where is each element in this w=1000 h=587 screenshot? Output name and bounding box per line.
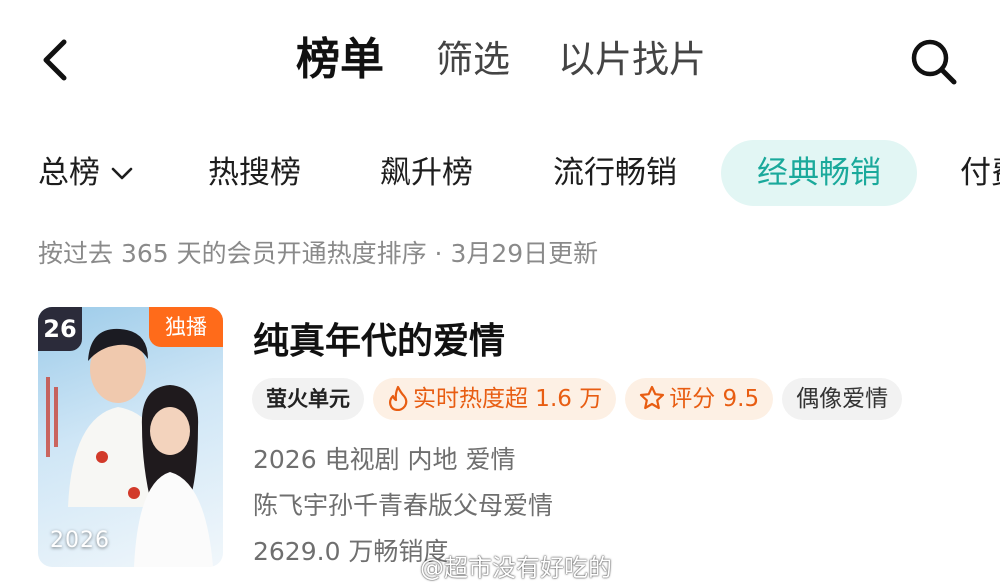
category-hot-search[interactable]: 热搜榜 xyxy=(208,140,301,206)
brand-tag-label: 萤火单元 xyxy=(266,387,350,411)
item-subtitle: 陈飞宇孙千青春版父母爱情 xyxy=(253,491,554,520)
chevron-down-icon xyxy=(110,140,134,205)
star-icon xyxy=(640,385,665,409)
tab-ranking[interactable]: 榜单 xyxy=(296,36,384,84)
category-strip: 总榜 热搜榜 飙升榜 流行畅销 经典畅销 付费 xyxy=(0,140,1000,206)
top-nav: 榜单 筛选 以片找片 xyxy=(0,22,1000,102)
brand-tag: 萤火单元 xyxy=(252,378,364,420)
category-popular-bestseller[interactable]: 流行畅销 xyxy=(553,140,677,206)
ranking-page: 榜单 筛选 以片找片 总榜 热搜榜 飙升榜 流行畅销 经典畅销 付费 按过去 3… xyxy=(0,0,1000,587)
rank-badge: 26 xyxy=(38,307,82,351)
score-tag-label: 评分 9.5 xyxy=(669,386,760,412)
poster-thumbnail[interactable]: 26 独播 2026 xyxy=(38,307,223,567)
item-meta-info: 2026 电视剧 内地 爱情 xyxy=(253,445,516,474)
exclusive-badge: 独播 xyxy=(149,307,223,347)
category-paid[interactable]: 付费 xyxy=(960,140,1000,206)
tag-row: 萤火单元 实时热度超 1.6 万 评分 9.5 偶像爱情 xyxy=(252,378,911,420)
heat-tag-label: 实时热度超 1.6 万 xyxy=(413,386,603,412)
category-rising[interactable]: 飙升榜 xyxy=(380,140,473,206)
category-total-label: 总榜 xyxy=(38,155,100,191)
back-icon[interactable] xyxy=(36,36,76,84)
genre-tag: 偶像爱情 xyxy=(782,378,903,420)
watermark: @超市没有好吃的 xyxy=(420,554,612,582)
category-total[interactable]: 总榜 xyxy=(38,140,134,206)
tab-filter[interactable]: 筛选 xyxy=(436,36,510,84)
ranking-description: 按过去 365 天的会员开通热度排序 · 3月29日更新 xyxy=(38,239,599,268)
poster-year: 2026 xyxy=(50,528,110,553)
category-classic-bestseller[interactable]: 经典畅销 xyxy=(721,140,917,206)
flame-icon xyxy=(388,385,408,411)
heat-tag: 实时热度超 1.6 万 xyxy=(373,378,617,420)
search-icon[interactable] xyxy=(908,36,960,88)
item-title[interactable]: 纯真年代的爱情 xyxy=(253,312,505,364)
score-tag: 评分 9.5 xyxy=(625,378,774,420)
tab-find-by-movie[interactable]: 以片找片 xyxy=(558,36,706,84)
